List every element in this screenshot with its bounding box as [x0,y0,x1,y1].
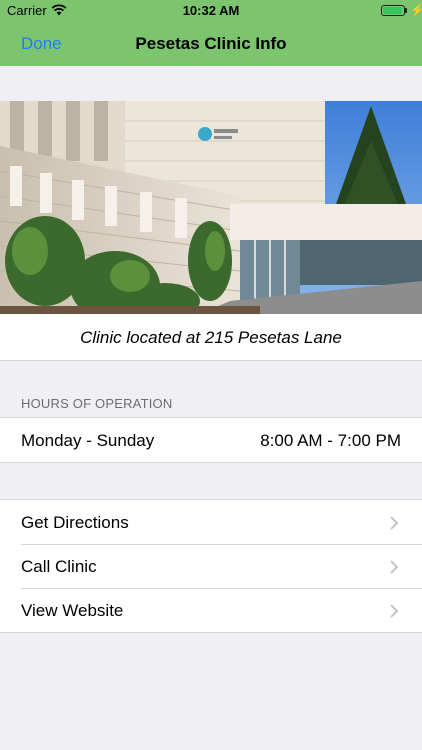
nav-bar-content: Done Pesetas Clinic Info [0,22,422,66]
hours-row: Monday - Sunday 8:00 AM - 7:00 PM [0,417,422,463]
hours-times: 8:00 AM - 7:00 PM [260,431,401,450]
clinic-photo [0,101,422,314]
photo-caption-cell: Clinic located at 215 Pesetas Lane [0,314,422,361]
get-directions-label: Get Directions [21,513,129,532]
chevron-right-icon [390,516,399,530]
get-directions-row[interactable]: Get Directions [0,500,422,544]
hours-days: Monday - Sunday [21,431,155,450]
call-clinic-row[interactable]: Call Clinic [0,544,422,588]
battery-icon [381,5,405,16]
clinic-building-image [0,101,422,314]
chevron-right-icon [390,604,399,618]
photo-caption: Clinic located at 215 Pesetas Lane [80,328,342,347]
view-website-label: View Website [21,601,124,620]
status-bar: Carrier 10:32 AM ⚡ [0,0,422,22]
status-time: 10:32 AM [182,3,240,18]
actions-list: Get Directions Call Clinic View Website [0,499,422,633]
charging-icon: ⚡ [410,3,422,17]
hours-section-header: HOURS OF OPERATION [21,396,173,411]
battery-level [383,7,402,14]
page-title: Pesetas Clinic Info [135,34,287,53]
navigation-bar: Carrier 10:32 AM ⚡ Done Pesetas Clinic I… [0,0,422,66]
chevron-right-icon [390,560,399,574]
view-website-row[interactable]: View Website [0,588,422,632]
call-clinic-label: Call Clinic [21,557,97,576]
battery-tip [405,8,407,13]
